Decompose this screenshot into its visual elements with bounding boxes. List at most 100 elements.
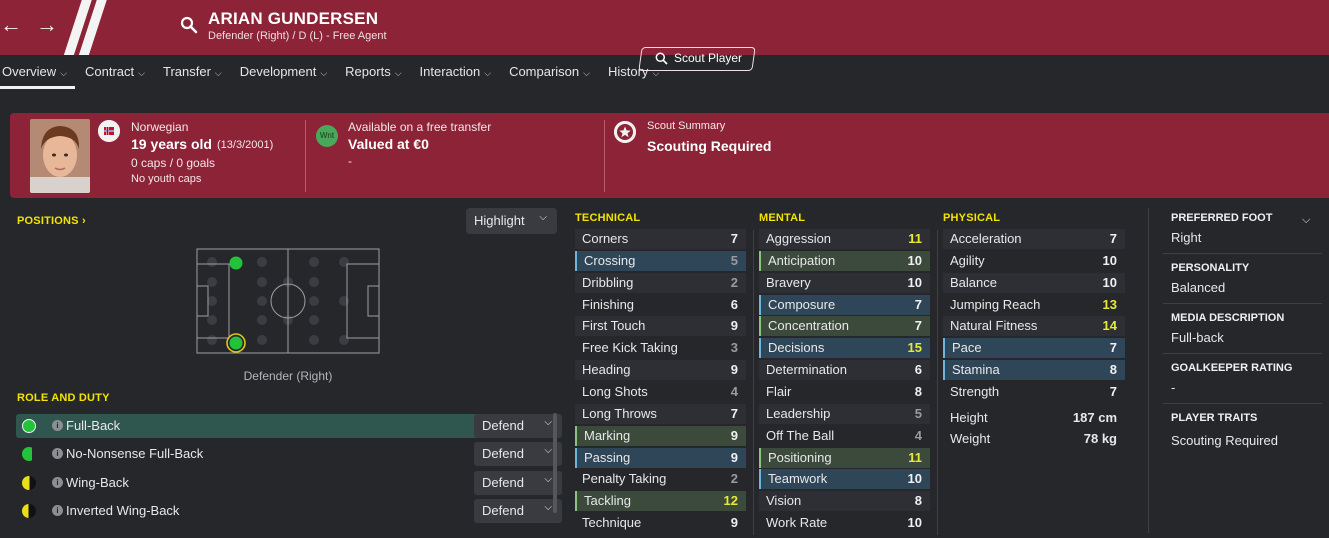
forward-arrow-icon[interactable]: → (36, 12, 58, 38)
role-suitability-icon (22, 476, 36, 490)
attribute-row-off-the-ball[interactable]: Off The Ball 4 (759, 426, 930, 446)
tab-development[interactable]: Development ⌵ (238, 62, 335, 88)
attribute-name: First Touch (582, 318, 646, 334)
attribute-row-strength[interactable]: Strength 7 (943, 382, 1125, 402)
divider (305, 120, 306, 192)
tab-contract[interactable]: Contract ⌵ (83, 62, 153, 88)
attribute-value: 8 (914, 493, 922, 509)
attribute-row-concentration[interactable]: Concentration 7 (759, 316, 930, 337)
role-row[interactable]: i Inverted Wing-Back Defend ⌵ (16, 499, 562, 523)
duty-dropdown[interactable]: Defend ⌵ (474, 499, 562, 523)
attribute-row-acceleration[interactable]: Acceleration 7 (943, 229, 1125, 249)
attribute-value: 10 (907, 515, 922, 531)
player-traits-label: PLAYER TRAITS (1171, 412, 1258, 424)
duty-dropdown[interactable]: Defend ⌵ (474, 471, 562, 495)
attribute-name: Teamwork (768, 471, 828, 487)
attribute-name: Stamina (952, 362, 1000, 378)
attribute-row-tackling[interactable]: Tackling 12 (575, 491, 746, 512)
attribute-value: 7 (1109, 383, 1117, 399)
attribute-row-marking[interactable]: Marking 9 (575, 425, 746, 446)
role-row[interactable]: i No-Nonsense Full-Back Defend ⌵ (16, 442, 562, 466)
info-icon[interactable]: i (52, 448, 63, 459)
attribute-row-anticipation[interactable]: Anticipation 10 (759, 250, 930, 271)
attribute-value: 4 (914, 427, 922, 443)
duty-dropdown[interactable]: Defend ⌵ (474, 442, 562, 466)
attribute-row-composure[interactable]: Composure 7 (759, 294, 930, 315)
attribute-name: Concentration (768, 318, 849, 334)
attribute-row-balance[interactable]: Balance 10 (943, 272, 1125, 293)
tab-comparison[interactable]: Comparison ⌵ (507, 62, 598, 88)
info-icon[interactable]: i (52, 505, 63, 516)
attribute-row-first-touch[interactable]: First Touch 9 (575, 316, 746, 337)
scout-player-label-wrap[interactable]: Scout Player (655, 51, 742, 65)
attribute-row-leadership[interactable]: Leadership 5 (759, 403, 930, 424)
attribute-row-agility[interactable]: Agility 10 (943, 251, 1125, 271)
attribute-row-pace[interactable]: Pace 7 (943, 338, 1125, 359)
attribute-row-dribbling[interactable]: Dribbling 2 (575, 272, 746, 293)
player-avatar[interactable] (30, 119, 90, 193)
info-icon[interactable]: i (52, 477, 63, 488)
roles-scrollbar[interactable] (553, 413, 557, 513)
attribute-row-passing[interactable]: Passing 9 (575, 447, 746, 468)
positions-title[interactable]: POSITIONS › (17, 215, 86, 227)
scout-star-icon (614, 121, 636, 143)
back-arrow-icon[interactable]: ← (0, 12, 22, 38)
search-icon (655, 52, 668, 65)
date-of-birth: (13/3/2001) (217, 139, 274, 151)
role-suitability-icon (22, 419, 36, 433)
attribute-row-teamwork[interactable]: Teamwork 10 (759, 469, 930, 490)
attribute-row-crossing[interactable]: Crossing 5 (575, 250, 746, 271)
tab-reports[interactable]: Reports ⌵ (343, 62, 409, 88)
chevron-down-icon: ⌵ (60, 68, 68, 78)
attribute-row-technique[interactable]: Technique 9 (575, 513, 746, 533)
search-icon[interactable] (180, 16, 198, 34)
role-row[interactable]: i Full-Back Defend ⌵ (16, 414, 562, 438)
attribute-value: 6 (914, 362, 922, 378)
attribute-row-heading[interactable]: Heading 9 (575, 360, 746, 381)
attribute-row-long-throws[interactable]: Long Throws 7 (575, 403, 746, 424)
attribute-row-bravery[interactable]: Bravery 10 (759, 272, 930, 293)
chevron-down-icon[interactable]: ⌵ (1302, 214, 1310, 227)
attribute-row-flair[interactable]: Flair 8 (759, 382, 930, 402)
player-age: 19 years old (131, 136, 212, 152)
attribute-row-natural-fitness[interactable]: Natural Fitness 14 (943, 316, 1125, 337)
attribute-value: 9 (730, 318, 738, 334)
attribute-value: 4 (730, 383, 738, 399)
attribute-name: Technique (582, 515, 642, 531)
role-row[interactable]: i Wing-Back Defend ⌵ (16, 471, 562, 495)
attribute-name: Acceleration (950, 231, 1022, 246)
attribute-value: 10 (1102, 274, 1117, 290)
tab-overview[interactable]: Overview ⌵ (0, 62, 76, 89)
attribute-row-decisions[interactable]: Decisions 15 (759, 338, 930, 359)
attribute-name: Decisions (768, 340, 825, 356)
tab-interaction[interactable]: Interaction ⌵ (418, 62, 500, 88)
attribute-value: 9 (730, 515, 738, 531)
attribute-row-vision[interactable]: Vision 8 (759, 491, 930, 512)
attribute-value: 7 (914, 318, 922, 334)
highlight-dropdown[interactable]: Highlight ⌵ (466, 208, 557, 234)
attribute-row-long-shots[interactable]: Long Shots 4 (575, 382, 746, 402)
attribute-row-determination[interactable]: Determination 6 (759, 360, 930, 381)
attribute-name: Bravery (766, 274, 811, 290)
caps-goals: 0 caps / 0 goals (131, 156, 216, 170)
height-value: 187 cm (1072, 410, 1117, 425)
duty-dropdown[interactable]: Defend ⌵ (474, 414, 562, 438)
youth-caps: No youth caps (131, 173, 202, 185)
attribute-row-finishing[interactable]: Finishing 6 (575, 295, 746, 315)
weight-label: Weight (950, 431, 991, 446)
attribute-row-free-kick-taking[interactable]: Free Kick Taking 3 (575, 338, 746, 358)
attribute-row-jumping-reach[interactable]: Jumping Reach 13 (943, 295, 1125, 315)
attribute-row-aggression[interactable]: Aggression 11 (759, 229, 930, 249)
attribute-row-positioning[interactable]: Positioning 11 (759, 447, 930, 468)
attribute-row-corners[interactable]: Corners 7 (575, 229, 746, 249)
attribute-value: 12 (723, 493, 738, 509)
info-icon[interactable]: i (52, 420, 63, 431)
attribute-row-penalty-taking[interactable]: Penalty Taking 2 (575, 469, 746, 489)
scout-summary-value: Scouting Required (647, 138, 772, 154)
role-suitability-icon (22, 504, 36, 518)
attribute-name: Free Kick Taking (582, 340, 678, 356)
tab-transfer[interactable]: Transfer ⌵ (161, 62, 230, 88)
divider (1163, 403, 1322, 404)
attribute-row-work-rate[interactable]: Work Rate 10 (759, 513, 930, 533)
attribute-row-stamina[interactable]: Stamina 8 (943, 360, 1125, 381)
